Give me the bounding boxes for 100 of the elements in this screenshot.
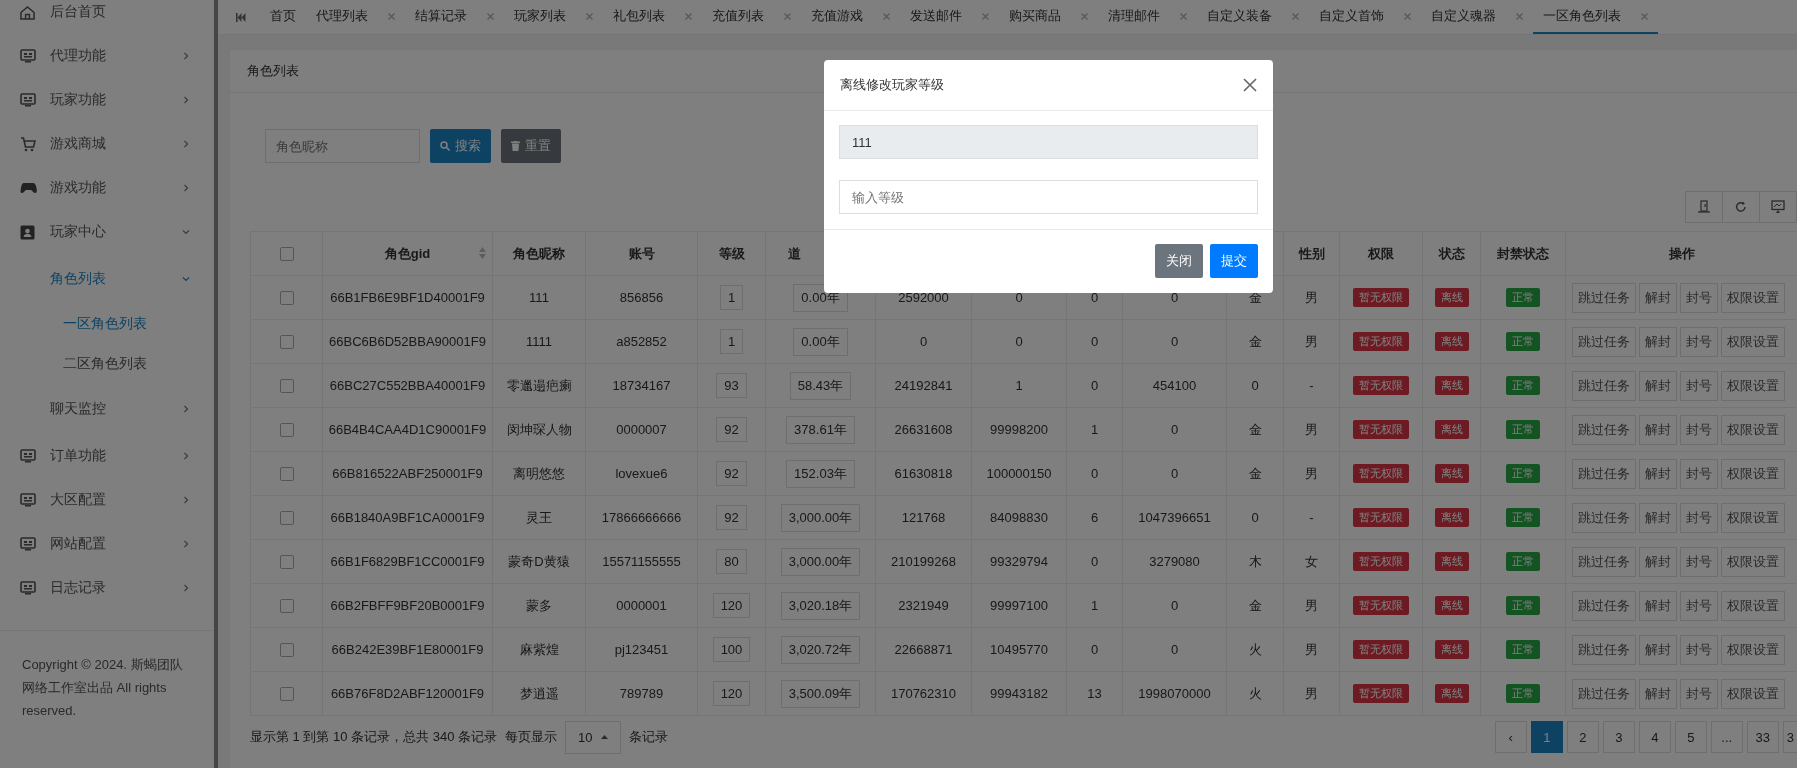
page-size-select[interactable]: 10 xyxy=(565,720,621,754)
checkbox[interactable] xyxy=(279,291,294,306)
search-button[interactable]: 搜索 xyxy=(430,129,491,163)
checkbox[interactable] xyxy=(279,467,294,482)
action-button[interactable]: 跳过任务 xyxy=(1572,634,1636,665)
action-button[interactable]: 跳过任务 xyxy=(1572,502,1636,533)
action-button[interactable]: 封号 xyxy=(1680,678,1718,709)
tab[interactable]: 结算记录 xyxy=(405,0,504,34)
sidebar-item[interactable]: 代理功能 xyxy=(0,34,214,78)
page-button[interactable]: 4 xyxy=(1638,721,1671,753)
sidebar-item[interactable]: 大区配置 xyxy=(0,478,214,522)
page-button[interactable]: 2 xyxy=(1566,721,1599,753)
tab[interactable]: 自定义魂器 xyxy=(1421,0,1533,34)
action-button[interactable]: 权限设置 xyxy=(1721,634,1785,665)
action-button[interactable]: 解封 xyxy=(1639,458,1677,489)
page-size-label: 每页显示 xyxy=(505,728,558,746)
action-button[interactable]: 跳过任务 xyxy=(1572,590,1636,621)
tab[interactable]: 代理列表 xyxy=(306,0,405,34)
action-button[interactable]: 权限设置 xyxy=(1721,678,1785,709)
action-button[interactable]: 跳过任务 xyxy=(1572,546,1636,577)
action-button[interactable]: 解封 xyxy=(1639,414,1677,445)
action-button[interactable]: 封号 xyxy=(1680,282,1718,313)
action-button[interactable]: 跳过任务 xyxy=(1572,370,1636,401)
action-button[interactable]: 跳过任务 xyxy=(1572,678,1636,709)
checkbox[interactable] xyxy=(279,599,294,614)
action-button[interactable]: 封号 xyxy=(1680,370,1718,401)
reset-button[interactable]: 重置 xyxy=(501,129,561,163)
submenu-item[interactable]: 二区角色列表 xyxy=(0,344,214,384)
sidebar-item[interactable]: 玩家中心 xyxy=(0,210,214,254)
page-button[interactable]: 3 xyxy=(1782,721,1797,753)
sidebar-item[interactable]: 后台首页 xyxy=(0,0,214,34)
sidebar-item[interactable]: 角色列表 xyxy=(0,254,214,304)
tab[interactable]: 充值列表 xyxy=(702,0,801,34)
action-button[interactable]: 权限设置 xyxy=(1721,590,1785,621)
checkbox[interactable] xyxy=(279,379,294,394)
checkbox[interactable] xyxy=(279,247,294,262)
action-button[interactable]: 解封 xyxy=(1639,546,1677,577)
submit-button[interactable]: 提交 xyxy=(1210,244,1258,278)
tab[interactable]: 玩家列表 xyxy=(504,0,603,34)
checkbox[interactable] xyxy=(279,643,294,658)
cancel-button[interactable]: 关闭 xyxy=(1155,244,1203,278)
search-field[interactable]: 角色昵称 xyxy=(265,129,420,163)
sidebar-item[interactable]: 网站配置 xyxy=(0,522,214,566)
checkbox[interactable] xyxy=(279,555,294,570)
action-button[interactable]: 权限设置 xyxy=(1721,414,1785,445)
action-button[interactable]: 封号 xyxy=(1680,502,1718,533)
checkbox[interactable] xyxy=(279,511,294,526)
action-button[interactable]: 封号 xyxy=(1680,326,1718,357)
level-input-field[interactable]: 输入等级 xyxy=(839,180,1258,214)
sidebar-item[interactable]: 游戏功能 xyxy=(0,166,214,210)
sidebar-item[interactable]: 订单功能 xyxy=(0,434,214,478)
tab[interactable]: 充值游戏 xyxy=(801,0,900,34)
action-button[interactable]: 解封 xyxy=(1639,282,1677,313)
fullscreen-button[interactable] xyxy=(1759,191,1797,223)
action-button[interactable]: 解封 xyxy=(1639,326,1677,357)
action-button[interactable]: 跳过任务 xyxy=(1572,326,1636,357)
page-button[interactable]: 5 xyxy=(1674,721,1707,753)
action-button[interactable]: 权限设置 xyxy=(1721,458,1785,489)
action-button[interactable]: 解封 xyxy=(1639,590,1677,621)
page-button[interactable]: 3 xyxy=(1602,721,1635,753)
action-button[interactable]: 封号 xyxy=(1680,458,1718,489)
sidebar-item[interactable]: 聊天监控 xyxy=(0,384,214,434)
tab[interactable]: 发送邮件 xyxy=(900,0,999,34)
sidebar-item[interactable]: 游戏商城 xyxy=(0,122,214,166)
page-button[interactable]: ‹ xyxy=(1494,721,1527,753)
checkbox[interactable] xyxy=(279,687,294,702)
action-button[interactable]: 权限设置 xyxy=(1721,370,1785,401)
action-button[interactable]: 封号 xyxy=(1680,590,1718,621)
action-button[interactable]: 封号 xyxy=(1680,414,1718,445)
page-button[interactable]: 33 xyxy=(1746,721,1779,753)
tab[interactable]: 清理邮件 xyxy=(1098,0,1197,34)
checkbox[interactable] xyxy=(279,423,294,438)
action-button[interactable]: 权限设置 xyxy=(1721,326,1785,357)
tab[interactable]: 礼包列表 xyxy=(603,0,702,34)
refresh-button[interactable] xyxy=(1722,191,1760,223)
tab[interactable]: 首页 xyxy=(260,0,306,34)
tab[interactable]: 购买商品 xyxy=(999,0,1098,34)
action-button[interactable]: 跳过任务 xyxy=(1572,282,1636,313)
action-button[interactable]: 封号 xyxy=(1680,634,1718,665)
checkbox[interactable] xyxy=(279,335,294,350)
action-button[interactable]: 解封 xyxy=(1639,678,1677,709)
action-button[interactable]: 解封 xyxy=(1639,370,1677,401)
sidebar-item[interactable]: 玩家功能 xyxy=(0,78,214,122)
action-button[interactable]: 封号 xyxy=(1680,546,1718,577)
skip-back-icon[interactable] xyxy=(236,12,246,22)
action-button[interactable]: 权限设置 xyxy=(1721,502,1785,533)
tab[interactable]: 自定义首饰 xyxy=(1309,0,1421,34)
page-button[interactable]: ... xyxy=(1710,721,1743,753)
action-button[interactable]: 解封 xyxy=(1639,502,1677,533)
submenu-item[interactable]: 一区角色列表 xyxy=(0,304,214,344)
columns-button[interactable] xyxy=(1685,191,1723,223)
close-button[interactable] xyxy=(1243,78,1257,92)
action-button[interactable]: 跳过任务 xyxy=(1572,414,1636,445)
tab[interactable]: 自定义装备 xyxy=(1197,0,1309,34)
action-button[interactable]: 权限设置 xyxy=(1721,546,1785,577)
action-button[interactable]: 解封 xyxy=(1639,634,1677,665)
page-button[interactable]: 1 xyxy=(1530,721,1563,753)
sidebar-item[interactable]: 日志记录 xyxy=(0,566,214,610)
action-button[interactable]: 跳过任务 xyxy=(1572,458,1636,489)
action-button[interactable]: 权限设置 xyxy=(1721,282,1785,313)
